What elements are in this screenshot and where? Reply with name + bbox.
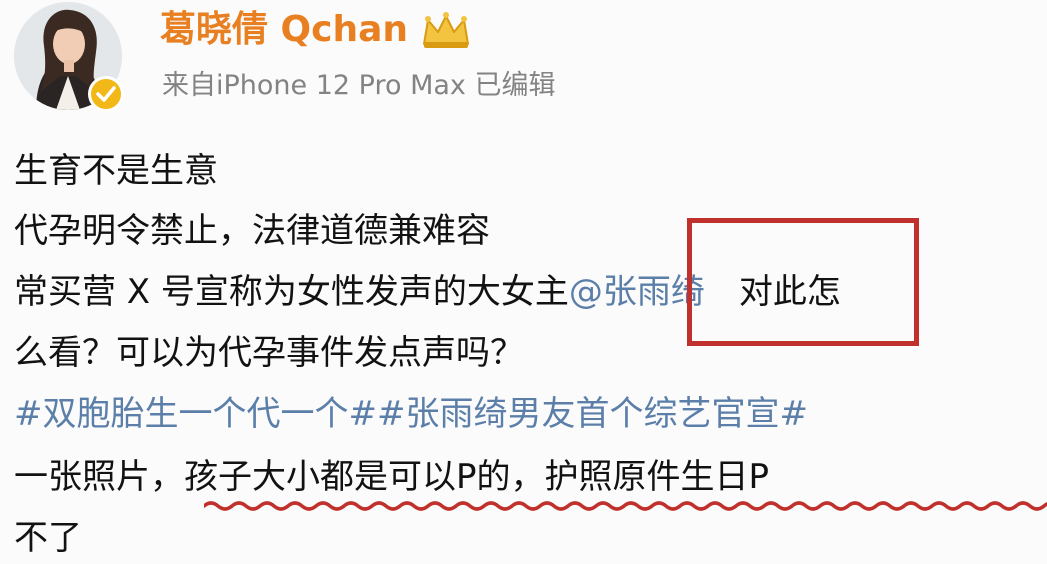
post-text: 常买营 X 号宣称为女性发声的大女主 bbox=[14, 272, 569, 312]
post-text-line: 不了 bbox=[14, 518, 82, 558]
post-source: 来自iPhone 12 Pro Max 已编辑 bbox=[162, 70, 556, 101]
post-text-line: 生育不是生意 bbox=[14, 151, 218, 191]
post-text-line: 么看？可以为代孕事件发点声吗？ bbox=[14, 333, 524, 373]
verified-check-icon bbox=[88, 76, 124, 112]
wavy-underline-stroke bbox=[204, 501, 1047, 511]
username[interactable]: 葛晓倩 Qchan bbox=[160, 8, 408, 52]
post-text-line: 代孕明令禁止，法律道德兼难容 bbox=[14, 211, 490, 251]
vip-crown-icon bbox=[423, 12, 469, 48]
post-text-line: 一张照片，孩子大小都是可以P的，护照原件生日P bbox=[14, 457, 770, 497]
weibo-post: 葛晓倩 Qchan 来自iPhone 12 Pro Max 已编辑 生育不是生意… bbox=[0, 0, 1047, 564]
wavy-underline bbox=[204, 501, 1047, 511]
hashtag-link[interactable]: #双胞胎生一个代一个##张雨绮男友首个综艺官宣# bbox=[14, 392, 808, 436]
mention-link[interactable]: @张雨绮 bbox=[569, 272, 705, 312]
highlight-box bbox=[687, 218, 919, 346]
